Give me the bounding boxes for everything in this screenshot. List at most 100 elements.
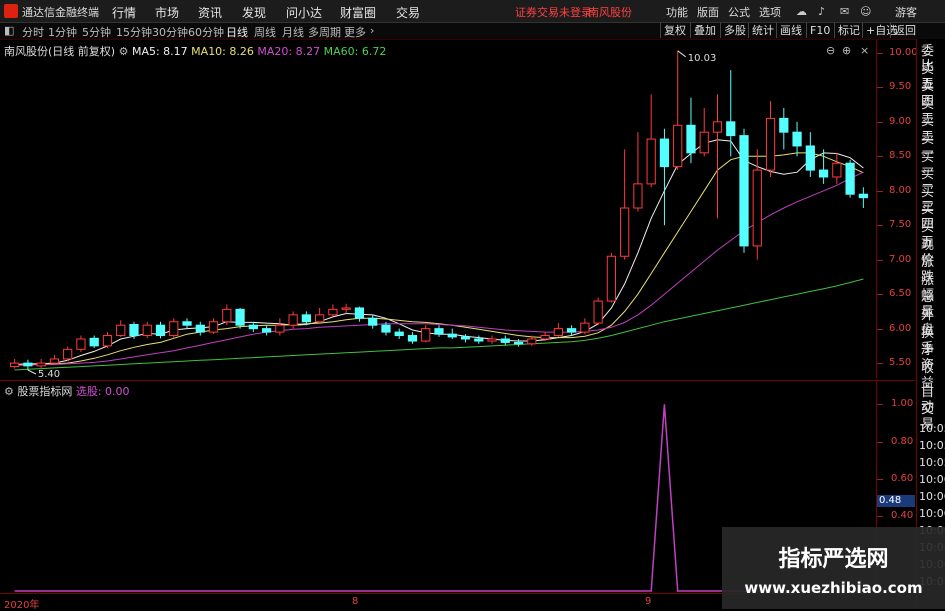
candle-body — [633, 183, 643, 209]
user-icon[interactable]: ☺ — [860, 5, 871, 18]
period-more[interactable]: 更多 — [344, 24, 366, 40]
candle — [341, 303, 351, 314]
candle-body — [447, 333, 457, 338]
candle-body — [208, 321, 219, 333]
quote-panel[interactable]: 委比 卖五 卖四 卖三 卖二 卖一 买一 买二 买三 买四 买五 现价 涨跌 涨幅 总量 外盘 换手 净资 收益 自动… — [916, 39, 945, 609]
kline-chart[interactable]: 10.03 5.40 — [0, 40, 876, 378]
period-multi[interactable]: 多周期 — [308, 24, 341, 40]
btn-fuquan[interactable]: 复权 — [660, 23, 689, 38]
menu-gongshi[interactable]: 公式 — [728, 4, 750, 20]
period-daily[interactable]: 日线 — [226, 24, 248, 40]
btn-duogu[interactable]: 多股 — [720, 23, 749, 38]
current-stock-name: 南风股份 — [588, 6, 632, 19]
candle-body — [765, 117, 776, 171]
btn-tongji[interactable]: 统计 — [748, 23, 777, 38]
menu-shichang[interactable]: 市场 — [155, 4, 179, 21]
candle — [646, 94, 656, 188]
candle — [739, 128, 749, 253]
candle-body — [739, 135, 749, 247]
candle-body — [129, 324, 139, 337]
candle-body — [858, 193, 868, 199]
candle — [712, 94, 723, 219]
panel-toggle-icon[interactable]: ◧ — [4, 24, 14, 37]
menu-wenxiaoda[interactable]: 问小达 — [286, 4, 322, 21]
indicator-tick-label: 1.00 — [891, 398, 914, 410]
candle — [208, 318, 219, 335]
candle-body — [779, 117, 789, 133]
message-icon[interactable]: ✉ — [840, 5, 849, 18]
x-label-sep: 9 — [645, 596, 652, 607]
candle — [659, 128, 670, 226]
candle — [248, 321, 258, 333]
period-monthly[interactable]: 月线 — [282, 24, 304, 40]
zoom-out-icon[interactable]: ⊖ — [826, 44, 835, 57]
kline-panel[interactable]: 10.03 5.40 南风股份(日线 前复权) ⚙ MA5: 8.17 MA10:… — [0, 40, 877, 378]
price-tick-label: 8.50 — [889, 150, 912, 162]
indicator-gear-icon[interactable]: ⚙ — [119, 45, 132, 58]
period-15min[interactable]: 15分钟 — [116, 24, 152, 40]
menu-jiaoyi[interactable]: 交易 — [396, 4, 420, 21]
candle-body — [10, 362, 20, 368]
candle — [394, 328, 404, 339]
login-warning[interactable]: 证券交易未登录 — [515, 4, 592, 20]
period-5min[interactable]: 5分钟 — [82, 24, 111, 40]
candle-body — [646, 138, 656, 185]
zoom-in-icon[interactable]: ⊕ — [842, 44, 851, 57]
btn-fanhui[interactable]: 返回 — [890, 23, 919, 38]
candle-body — [235, 308, 245, 326]
price-tick — [877, 52, 883, 54]
btn-huaxian[interactable]: 画线 — [776, 23, 805, 38]
more-chevron-icon[interactable]: › — [370, 24, 374, 37]
period-1min[interactable]: 1分钟 — [48, 24, 77, 40]
candle-body — [805, 145, 815, 171]
app-title: 通达信金融终端 — [22, 6, 99, 19]
candle — [487, 335, 497, 344]
candle — [89, 335, 99, 348]
candle-body — [712, 121, 723, 133]
candle — [407, 332, 418, 344]
candle-body — [500, 338, 510, 343]
candle — [567, 325, 577, 336]
menu-caifuquan[interactable]: 财富圈 — [340, 4, 376, 21]
title-bar: 通达信金融终端 行情 市场 资讯 发现 问小达 财富圈 交易 证券交易未登录 南… — [0, 0, 945, 23]
candle-body — [513, 341, 524, 345]
menu-faxian[interactable]: 发现 — [242, 4, 266, 21]
app-logo-icon — [4, 4, 18, 18]
candle-body — [36, 362, 46, 367]
menu-hangqing[interactable]: 行情 — [112, 4, 136, 21]
period-30min[interactable]: 30分钟 — [152, 24, 188, 40]
menu-banmian[interactable]: 版面 — [697, 4, 719, 20]
candle — [315, 307, 325, 324]
price-tick-label: 10.00 — [889, 46, 918, 58]
indicator-tick — [877, 516, 883, 518]
price-tick-label: 5.50 — [889, 357, 912, 369]
price-tick-label: 9.00 — [889, 115, 912, 127]
candle-body — [381, 324, 391, 333]
price-tick — [877, 156, 883, 158]
menu-gongneng[interactable]: 功能 — [666, 4, 688, 20]
close-icon[interactable]: × — [860, 44, 869, 57]
candle-body — [606, 255, 617, 302]
btn-biaoji[interactable]: 标记 — [834, 23, 863, 38]
indicator-tick — [877, 441, 883, 443]
cloud-icon[interactable]: ☁ — [796, 5, 807, 18]
candle-body — [818, 169, 829, 178]
btn-f10[interactable]: F10 — [806, 23, 833, 38]
menu-zixun[interactable]: 资讯 — [198, 4, 222, 21]
candle-body — [116, 324, 126, 337]
period-fenshi[interactable]: 分时 — [22, 24, 44, 40]
indicator-settings-icon[interactable]: ⚙ — [4, 385, 17, 398]
indicator-value: 选股: 0.00 — [75, 385, 130, 398]
period-toolbar: ◧ 分时 1分钟 5分钟 15分钟 30分钟 60分钟 日线 周线 月线 多周期… — [0, 23, 945, 40]
period-60min[interactable]: 60分钟 — [188, 24, 224, 40]
candle — [301, 311, 311, 326]
candle — [845, 159, 855, 198]
bell-icon[interactable]: ♪ — [818, 5, 825, 18]
guest-label[interactable]: 游客 — [895, 4, 917, 20]
btn-diejia[interactable]: 叠加 — [690, 23, 719, 38]
period-weekly[interactable]: 周线 — [254, 24, 276, 40]
candle — [182, 318, 192, 329]
menu-xuanxiang[interactable]: 选项 — [759, 4, 781, 20]
candle-body — [76, 338, 86, 350]
candle-body — [195, 324, 205, 333]
